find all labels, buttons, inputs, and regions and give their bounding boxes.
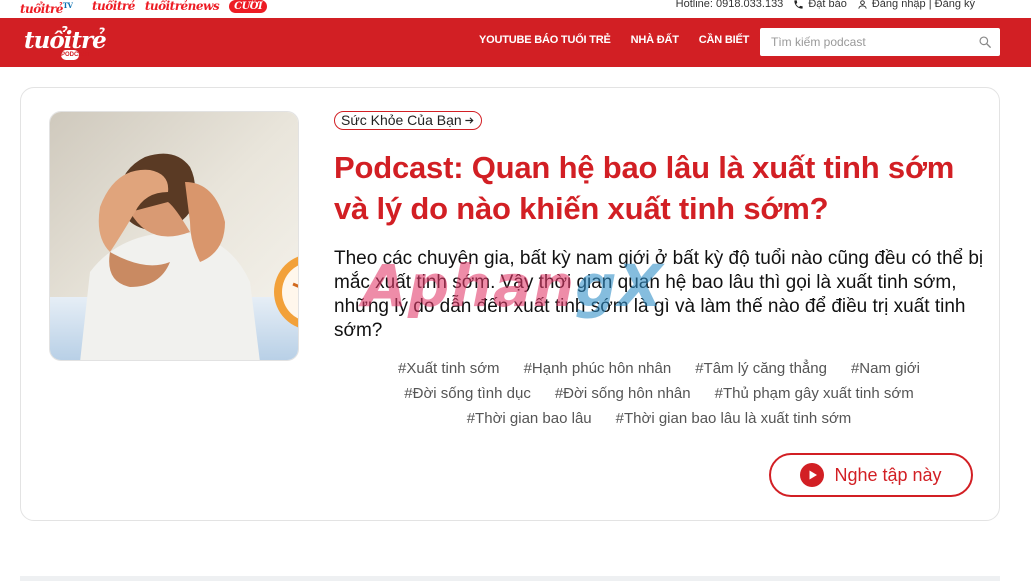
episode-title[interactable]: Podcast: Quan hệ bao lâu là xuất tinh sớ… xyxy=(334,147,984,229)
tag-link[interactable]: #Thời gian bao lâu xyxy=(467,409,592,429)
next-section-edge xyxy=(20,576,1000,581)
nav-can-biet[interactable]: CẦN BIẾT xyxy=(699,34,750,46)
account-label: Đăng nhập | Đăng ký xyxy=(871,0,975,10)
logo-badge: PODCAST xyxy=(61,50,91,60)
phone-icon xyxy=(794,0,803,9)
main-nav: YOUTUBE BÁO TUỔI TRẺ NHÀ ĐẤT CẦN BIẾT xyxy=(479,34,749,46)
brand-label: tuổitrẻ xyxy=(20,2,63,16)
tag-link[interactable]: #Thời gian bao lâu là xuất tinh sớm xyxy=(616,409,852,429)
search-icon[interactable] xyxy=(978,35,992,49)
tag-link[interactable]: #Nam giới xyxy=(851,359,920,379)
episode-thumbnail[interactable] xyxy=(49,111,299,361)
tuoi-tre-news-logo[interactable]: tuổitrẻnews xyxy=(145,0,220,12)
main-header: tuổitrẻ PODCAST YOUTUBE BÁO TUỔI TRẺ NHÀ… xyxy=(0,18,1031,67)
search-input[interactable] xyxy=(760,28,965,56)
tag-link[interactable]: #Đời sống tình dục xyxy=(404,384,531,404)
nav-nha-dat[interactable]: NHÀ ĐẤT xyxy=(631,34,679,46)
category-badge[interactable]: Sức Khỏe Của Bạn xyxy=(334,111,482,130)
utility-links: Hotline: 0918.033.133 Đặt báo Đăng nhập … xyxy=(676,0,975,10)
episode-image xyxy=(50,112,298,360)
top-strip: tuổitrẻTV tuổitrẻ tuổitrẻnews CƯỜI Hotli… xyxy=(0,0,1031,18)
episode-card: Sức Khỏe Của Bạn Podcast: Quan hệ bao lâ… xyxy=(20,87,1000,521)
tuoi-tre-podcast-logo[interactable]: tuổitrẻ PODCAST xyxy=(24,26,110,60)
category-label: Sức Khỏe Của Bạn xyxy=(341,112,462,128)
tag-link[interactable]: #Đời sống hôn nhân xyxy=(555,384,691,404)
subscribe-label: Đặt báo xyxy=(808,0,847,10)
tuoi-tre-cuoi-tuan-logo[interactable]: tuổitrẻ xyxy=(92,0,135,12)
listen-episode-button[interactable]: Nghe tập này xyxy=(769,453,973,497)
tag-link[interactable]: #Tâm lý căng thẳng xyxy=(695,359,827,379)
tag-link[interactable]: #Hạnh phúc hôn nhân xyxy=(524,359,672,379)
tuoi-tre-tv-logo[interactable]: tuổitrẻTV xyxy=(20,0,82,15)
account-link[interactable]: Đăng nhập | Đăng ký xyxy=(857,0,975,10)
tag-list: #Xuất tinh sớm #Hạnh phúc hôn nhân #Tâm … xyxy=(334,359,984,429)
nav-youtube[interactable]: YOUTUBE BÁO TUỔI TRẺ xyxy=(479,34,611,46)
brand-suffix: TV xyxy=(62,1,73,10)
search-box xyxy=(760,28,1000,56)
subscribe-link[interactable]: Đặt báo xyxy=(793,0,847,10)
play-icon xyxy=(800,463,825,487)
tuoi-tre-cuoi-logo[interactable]: CƯỜI xyxy=(229,0,268,13)
arrow-right-icon xyxy=(465,117,474,124)
listen-label: Nghe tập này xyxy=(834,464,942,485)
tag-link[interactable]: #Thủ phạm gây xuất tinh sớm xyxy=(715,384,914,404)
episode-summary: Theo các chuyên gia, bất kỳ nam giới ở b… xyxy=(334,248,984,341)
hotline: Hotline: 0918.033.133 xyxy=(675,0,784,10)
tag-link[interactable]: #Xuất tinh sớm xyxy=(398,359,500,379)
brand-logos: tuổitrẻTV tuổitrẻ tuổitrẻnews CƯỜI xyxy=(20,0,268,15)
user-icon xyxy=(858,0,867,9)
